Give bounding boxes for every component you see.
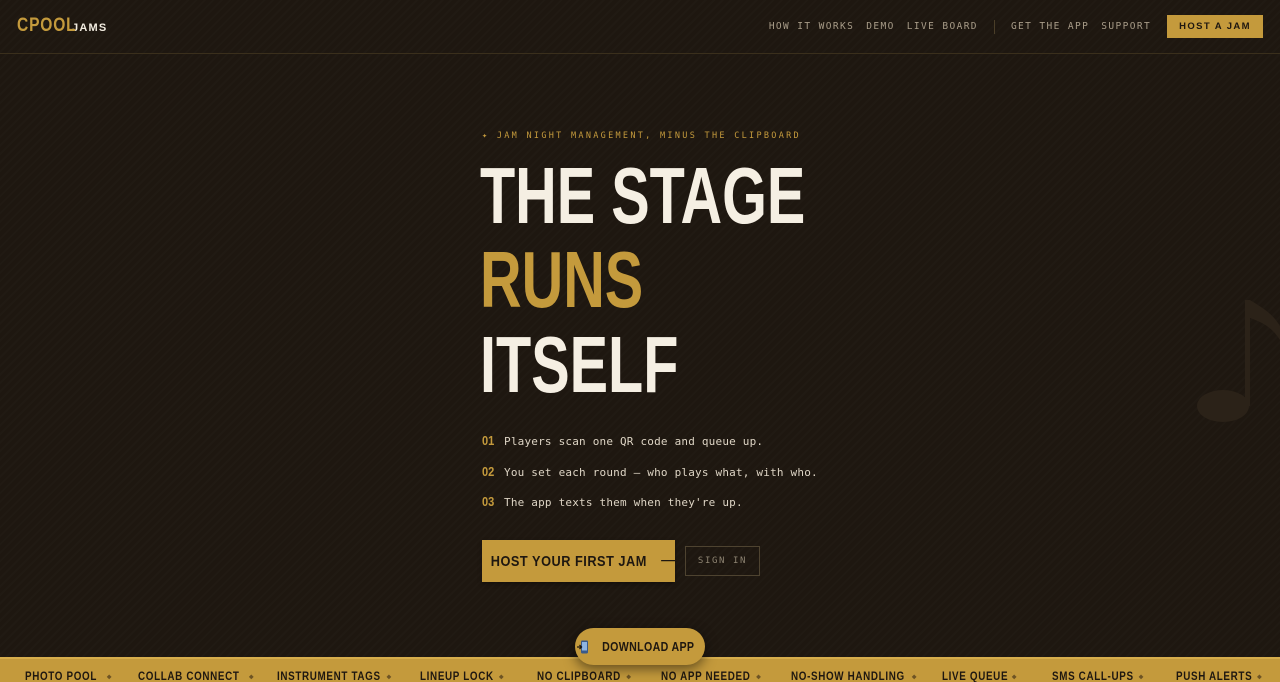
nav-link-get-the-app[interactable]: GET THE APP [1011, 21, 1089, 32]
ticker-item: LIVE QUEUE ◆ [942, 669, 1017, 682]
ticker-item: LINEUP LOCK ◆ [420, 669, 504, 682]
host-first-jam-label: HOST YOUR FIRST JAM [490, 552, 647, 570]
phone-icon [577, 640, 589, 653]
ticker-label: LINEUP LOCK [420, 669, 494, 682]
step-item: 01 Players scan one QR code and queue up… [482, 433, 818, 464]
ticker-label: NO CLIPBOARD [537, 669, 621, 682]
headline-line-3: ITSELF [480, 320, 679, 409]
hero-eyebrow: ✦ JAM NIGHT MANAGEMENT, MINUS THE CLIPBO… [482, 131, 801, 141]
logo-name: CPOOL [17, 15, 77, 36]
host-first-jam-button[interactable]: HOST YOUR FIRST JAM ⟶ [482, 540, 680, 582]
ticker-label: SMS CALL-UPS [1052, 669, 1134, 682]
diamond-separator-icon: ◆ [498, 671, 504, 681]
headline-line-2: RUNS [480, 235, 644, 324]
ticker-label: NO-SHOW HANDLING [791, 669, 905, 682]
arrow-right-icon: ⟶ [660, 553, 681, 569]
step-number: 02 [482, 463, 495, 479]
ticker-item: SMS CALL-UPS ◆ [1052, 669, 1143, 682]
nav-link-how-it-works[interactable]: HOW IT WORKS [769, 21, 854, 32]
top-nav: CPOOL JAMS HOW IT WORKS DEMO LIVE BOARD … [0, 0, 1280, 54]
ticker-item: NO-SHOW HANDLING ◆ [791, 669, 917, 682]
diamond-separator-icon: ◆ [386, 671, 392, 681]
nav-link-live-board[interactable]: LIVE BOARD [907, 21, 978, 32]
step-text: You set each round — who plays what, wit… [504, 465, 818, 479]
ticker-item: PUSH ALERTS ◆ [1176, 669, 1262, 682]
diamond-separator-icon: ◆ [248, 671, 254, 681]
sign-in-button[interactable]: SIGN IN [685, 546, 760, 576]
download-app-button[interactable]: DOWNLOAD APP [575, 628, 705, 665]
ticker-item: INSTRUMENT TAGS ◆ [277, 669, 391, 682]
steps-list: 01 Players scan one QR code and queue up… [482, 433, 818, 525]
nav-divider [993, 19, 995, 34]
diamond-separator-icon: ◆ [756, 671, 761, 681]
ticker-item: PHOTO POOL ◆ [25, 669, 112, 682]
ticker-label: LIVE QUEUE [942, 669, 1009, 682]
ticker-label: PHOTO POOL [25, 669, 97, 682]
ticker-item: COLLAB CONNECT ◆ [138, 669, 254, 682]
diamond-separator-icon: ◆ [1138, 671, 1144, 681]
step-number: 03 [482, 494, 495, 509]
logo[interactable]: CPOOL JAMS [17, 15, 107, 37]
host-a-jam-button[interactable]: HOST A JAM [1167, 15, 1263, 38]
nav-links: HOW IT WORKS DEMO LIVE BOARD GET THE APP… [769, 15, 1263, 38]
diamond-separator-icon: ◆ [106, 671, 112, 681]
ticker-item: NO CLIPBOARD ◆ [537, 669, 631, 682]
step-item: 02 You set each round — who plays what, … [482, 464, 818, 495]
headline-line-1: THE STAGE [480, 151, 806, 240]
ticker-label: INSTRUMENT TAGS [277, 669, 381, 682]
nav-link-support[interactable]: SUPPORT [1101, 21, 1151, 32]
music-note-icon [1197, 300, 1280, 422]
nav-link-demo[interactable]: DEMO [866, 21, 894, 32]
download-app-label: DOWNLOAD APP [602, 639, 695, 654]
step-text: Players scan one QR code and queue up. [504, 435, 764, 448]
ticker-label: PUSH ALERTS [1176, 669, 1253, 682]
step-item: 03 The app texts them when they're up. [482, 494, 818, 525]
step-text: The app texts them when they're up. [504, 496, 743, 509]
logo-sub: JAMS [72, 22, 108, 34]
step-number: 01 [482, 433, 495, 448]
ticker-item: NO APP NEEDED ◆ [661, 669, 761, 682]
diamond-separator-icon: ◆ [911, 671, 917, 681]
diamond-separator-icon: ◆ [1257, 671, 1262, 681]
ticker-label: COLLAB CONNECT [138, 669, 240, 682]
diamond-separator-icon: ◆ [626, 671, 632, 681]
ticker-label: NO APP NEEDED [661, 669, 751, 682]
diamond-separator-icon: ◆ [1011, 671, 1017, 681]
